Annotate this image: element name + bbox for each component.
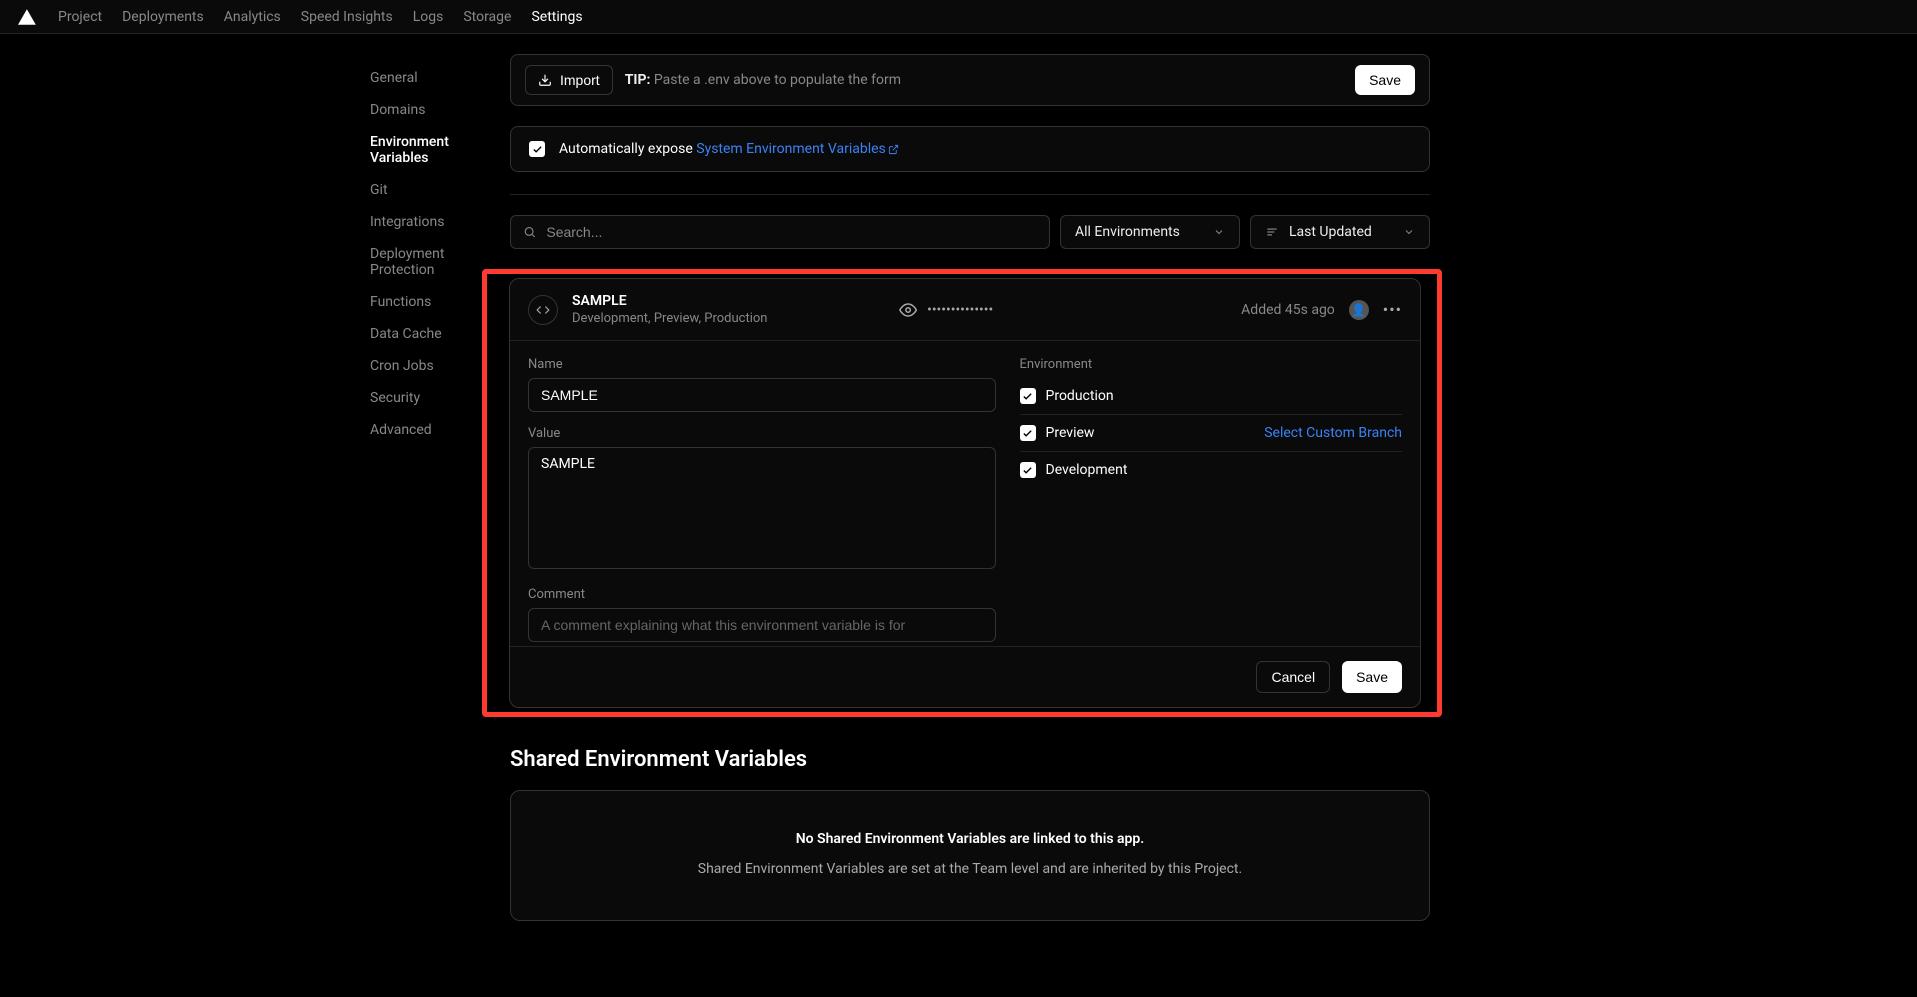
import-label: Import <box>560 72 600 88</box>
variable-header: SAMPLE Development, Preview, Production … <box>510 279 1420 341</box>
value-input[interactable] <box>528 447 996 569</box>
filter-row: All Environments Last Updated <box>510 215 1430 249</box>
import-button[interactable]: Import <box>525 65 613 95</box>
sidebar-item-domains[interactable]: Domains <box>370 94 510 126</box>
nav-settings[interactable]: Settings <box>531 9 582 25</box>
variable-card: SAMPLE Development, Preview, Production … <box>509 278 1421 708</box>
nav-logs[interactable]: Logs <box>413 9 444 25</box>
added-timestamp: Added 45s ago <box>1241 302 1335 318</box>
shared-empty-heading: No Shared Environment Variables are link… <box>591 831 1349 847</box>
sidebar-item-general[interactable]: General <box>370 62 510 94</box>
env-row-development: Development <box>1020 452 1403 488</box>
sort-label: Last Updated <box>1289 224 1372 240</box>
auto-expose-checkbox[interactable] <box>529 141 545 157</box>
tip-text: TIP: Paste a .env above to populate the … <box>625 72 901 88</box>
variable-footer: Cancel Save <box>510 646 1420 707</box>
download-icon <box>538 73 552 87</box>
search-box[interactable] <box>510 215 1050 249</box>
shared-env-vars-card: No Shared Environment Variables are link… <box>510 790 1430 921</box>
auto-expose-card: Automatically expose System Environment … <box>510 126 1430 172</box>
external-link-icon <box>888 144 899 155</box>
nav-deployments[interactable]: Deployments <box>122 9 204 25</box>
chevron-down-icon <box>1213 226 1225 238</box>
development-checkbox[interactable] <box>1020 462 1036 478</box>
nav-project[interactable]: Project <box>58 9 102 25</box>
production-label: Production <box>1046 388 1114 404</box>
comment-input[interactable] <box>528 608 996 642</box>
env-row-production: Production <box>1020 378 1403 415</box>
system-env-vars-link[interactable]: System Environment Variables <box>696 141 899 157</box>
highlight-annotation: SAMPLE Development, Preview, Production … <box>482 269 1442 717</box>
search-icon <box>523 225 536 239</box>
name-input[interactable] <box>528 378 996 412</box>
select-custom-branch-link[interactable]: Select Custom Branch <box>1264 425 1402 441</box>
name-label: Name <box>528 357 996 372</box>
environment-filter[interactable]: All Environments <box>1060 215 1240 249</box>
nav-analytics[interactable]: Analytics <box>224 9 281 25</box>
variable-name: SAMPLE <box>572 293 767 309</box>
nav-storage[interactable]: Storage <box>463 9 511 25</box>
shared-empty-sub: Shared Environment Variables are set at … <box>591 859 1349 880</box>
settings-sidebar: General Domains Environment Variables Gi… <box>0 54 510 921</box>
preview-checkbox[interactable] <box>1020 425 1036 441</box>
value-label: Value <box>528 426 996 441</box>
sort-select[interactable]: Last Updated <box>1250 215 1430 249</box>
comment-label: Comment <box>528 587 996 602</box>
sidebar-item-environment-variables[interactable]: Environment Variables <box>370 126 510 174</box>
nav-speed-insights[interactable]: Speed Insights <box>301 9 393 25</box>
cancel-button[interactable]: Cancel <box>1256 661 1330 693</box>
preview-label: Preview <box>1046 425 1095 441</box>
import-row: Import TIP: Paste a .env above to popula… <box>510 54 1430 106</box>
avatar: 👤 <box>1349 300 1369 320</box>
search-input[interactable] <box>546 224 1037 240</box>
production-checkbox[interactable] <box>1020 388 1036 404</box>
more-menu-button[interactable]: ••• <box>1383 300 1402 319</box>
sidebar-item-git[interactable]: Git <box>370 174 510 206</box>
code-icon <box>528 295 558 325</box>
topbar: Project Deployments Analytics Speed Insi… <box>0 0 1917 34</box>
eye-icon[interactable] <box>899 301 917 319</box>
save-button-top[interactable]: Save <box>1355 65 1415 95</box>
auto-expose-text: Automatically expose System Environment … <box>559 141 899 157</box>
masked-value: •••••••••••••• <box>927 302 993 318</box>
sort-icon <box>1265 225 1279 239</box>
environment-filter-label: All Environments <box>1075 224 1180 240</box>
shared-env-vars-title: Shared Environment Variables <box>510 747 1430 772</box>
development-label: Development <box>1046 462 1128 478</box>
top-nav: Project Deployments Analytics Speed Insi… <box>58 9 583 25</box>
save-button[interactable]: Save <box>1342 661 1402 693</box>
chevron-down-icon <box>1403 226 1415 238</box>
variable-environments: Development, Preview, Production <box>572 311 767 326</box>
environment-label: Environment <box>1020 357 1403 372</box>
env-row-preview: Preview Select Custom Branch <box>1020 415 1403 452</box>
sidebar-item-integrations[interactable]: Integrations <box>370 206 510 238</box>
vercel-logo-icon[interactable] <box>18 8 36 26</box>
